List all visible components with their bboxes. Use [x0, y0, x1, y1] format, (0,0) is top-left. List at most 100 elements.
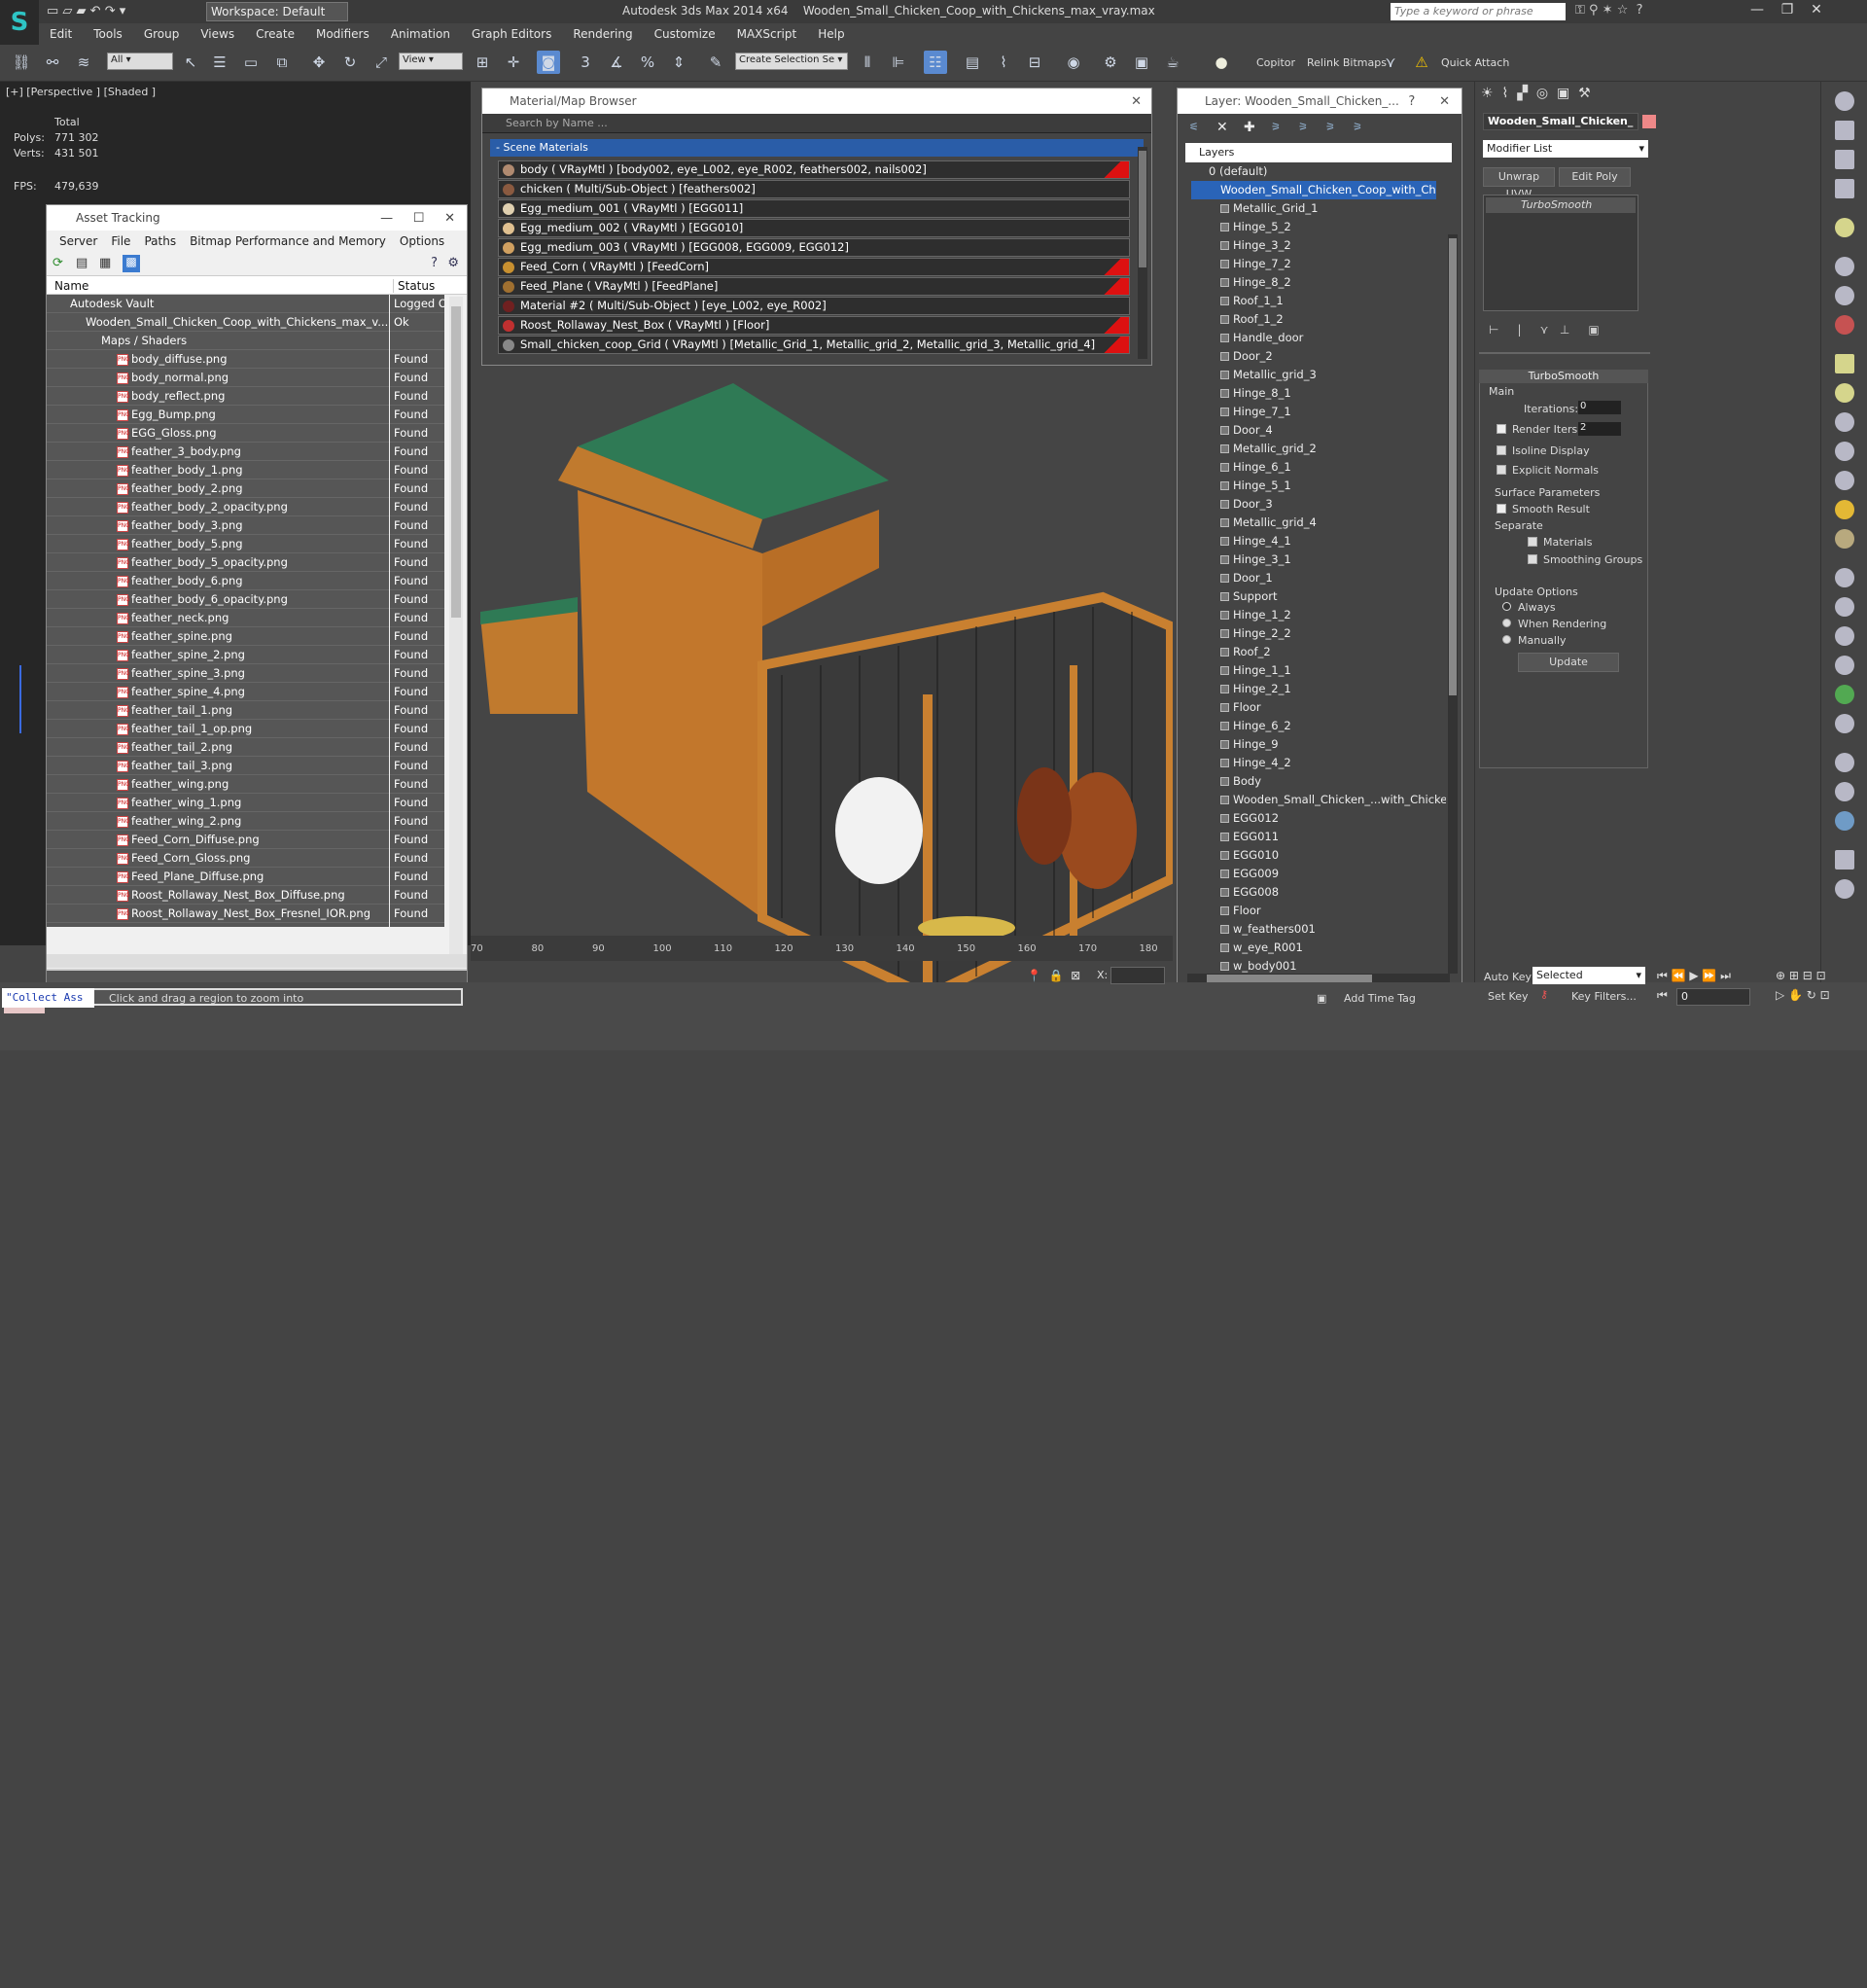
modifier-stack[interactable]: TurboSmooth: [1483, 195, 1638, 311]
menu-item[interactable]: Animation: [380, 27, 461, 41]
warning-icon[interactable]: ⚠: [1410, 51, 1433, 74]
table-row[interactable]: PNGfeather_body_2.png Found: [47, 479, 467, 498]
key-mode-icon[interactable]: ⏮: [1657, 988, 1668, 1003]
layer-object-item[interactable]: Hinge_4_2: [1178, 754, 1446, 772]
layer-default[interactable]: 0 (default): [1178, 162, 1462, 181]
settings-icon[interactable]: ⚙: [447, 256, 459, 270]
table-view-icon[interactable]: ▩: [123, 255, 140, 272]
layer-object-item[interactable]: Hinge_4_1: [1178, 532, 1446, 550]
mirror-icon[interactable]: ⫴: [856, 51, 879, 74]
proxy-icon[interactable]: [1835, 626, 1854, 646]
material-row[interactable]: chicken ( Multi/Sub-Object ) [feathers00…: [498, 180, 1130, 198]
layer-manager-icon[interactable]: ▤: [961, 51, 984, 74]
snap-icon[interactable]: 3: [574, 51, 597, 74]
table-row[interactable]: Wooden_Small_Chicken_Coop_with_Chickens_…: [47, 313, 467, 332]
window-crossing-icon[interactable]: ⧉: [270, 51, 294, 74]
sun-icon[interactable]: [1835, 500, 1854, 519]
table-row[interactable]: PNGfeather_body_5_opacity.png Found: [47, 553, 467, 572]
when-rendering-radio[interactable]: [1502, 619, 1511, 627]
scene-materials-group[interactable]: - Scene Materials: [490, 139, 1144, 157]
link-icon[interactable]: ⛓: [10, 51, 33, 74]
schematic-view-icon[interactable]: ⊟: [1023, 51, 1046, 74]
layer-object-item[interactable]: Metallic_grid_2: [1178, 440, 1446, 458]
relink-chevron-icon[interactable]: ⋎: [1379, 51, 1402, 74]
layer-object-item[interactable]: EGG009: [1178, 865, 1446, 883]
render-icon[interactable]: ☕: [1161, 51, 1184, 74]
scene-explorer-icon[interactable]: ☷: [924, 51, 947, 74]
menu-item[interactable]: Modifiers: [305, 27, 380, 41]
add-layer-icon[interactable]: ✚: [1244, 120, 1255, 135]
asset-menu-item[interactable]: Paths: [137, 234, 183, 248]
menu-item[interactable]: MAXScript: [726, 27, 808, 41]
menu-item[interactable]: Rendering: [562, 27, 643, 41]
material-row[interactable]: Egg_medium_003 ( VRayMtl ) [EGG008, EGG0…: [498, 238, 1130, 257]
box-icon[interactable]: [1835, 121, 1854, 140]
layer-object-item[interactable]: Door_3: [1178, 495, 1446, 514]
layer-object-item[interactable]: Metallic_Grid_1: [1178, 199, 1446, 218]
isoline-checkbox[interactable]: [1497, 445, 1506, 455]
selection-filter-dropdown[interactable]: All ▾: [107, 53, 173, 70]
layer-object-item[interactable]: Door_4: [1178, 421, 1446, 440]
always-radio[interactable]: [1502, 602, 1511, 611]
table-row[interactable]: PNGfeather_spine_4.png Found: [47, 683, 467, 701]
auto-key-button[interactable]: Auto Key: [1484, 971, 1532, 983]
layer-object-item[interactable]: Hinge_3_2: [1178, 236, 1446, 255]
copitor-icon[interactable]: ●: [1210, 51, 1233, 74]
table-row[interactable]: PNGbody_reflect.png Found: [47, 387, 467, 406]
menu-item[interactable]: Views: [190, 27, 245, 41]
add-time-tag[interactable]: Add Time Tag: [1344, 992, 1416, 1005]
layer-object-item[interactable]: Roof_1_2: [1178, 310, 1446, 329]
search-input[interactable]: Type a keyword or phrase: [1391, 3, 1566, 20]
plane-icon[interactable]: [1835, 354, 1854, 373]
script-icon[interactable]: [1835, 850, 1854, 870]
stack-item-turbosmooth[interactable]: TurboSmooth: [1486, 197, 1636, 213]
material-row[interactable]: body ( VRayMtl ) [body002, eye_L002, eye…: [498, 160, 1130, 179]
light-icon[interactable]: [1835, 218, 1854, 237]
layer-object-item[interactable]: Door_1: [1178, 569, 1446, 587]
material-row[interactable]: Roost_Rollaway_Nest_Box ( VRayMtl ) [Flo…: [498, 316, 1130, 335]
rotate-icon[interactable]: ↻: [338, 51, 362, 74]
material-row[interactable]: Small_chicken_coop_Grid ( VRayMtl ) [Met…: [498, 336, 1130, 354]
search-icons[interactable]: ⚿ ⚲ ✶ ☆ ?: [1575, 3, 1643, 18]
bulb-icon[interactable]: [1835, 286, 1854, 305]
layer-object-item[interactable]: Hinge_5_2: [1178, 218, 1446, 236]
select-by-name-icon[interactable]: ☰: [208, 51, 231, 74]
align-icon[interactable]: ⊫: [887, 51, 910, 74]
layer-object-item[interactable]: Hinge_7_1: [1178, 403, 1446, 421]
menu-item[interactable]: Edit: [39, 27, 83, 41]
viewport-label[interactable]: [+] [Perspective ] [Shaded ]: [6, 86, 156, 98]
layer-object-item[interactable]: Support: [1178, 587, 1446, 606]
particles-icon[interactable]: [1835, 568, 1854, 587]
menu-item[interactable]: Tools: [83, 27, 133, 41]
layer-object-item[interactable]: Floor: [1178, 698, 1446, 717]
column-status[interactable]: Status: [393, 279, 435, 293]
close-icon[interactable]: ✕: [1131, 94, 1142, 109]
table-row[interactable]: PNGfeather_wing_1.png Found: [47, 794, 467, 812]
layer-window-controls[interactable]: ? ✕: [1408, 94, 1450, 109]
material-browser-titlebar[interactable]: Material/Map Browser ✕: [482, 89, 1151, 114]
curve-editor-icon[interactable]: ⌇: [992, 51, 1015, 74]
workspace-dropdown[interactable]: Workspace: Default: [206, 2, 348, 21]
quick-attach-label[interactable]: Quick Attach: [1441, 56, 1509, 69]
layer-object-item[interactable]: w_feathers001: [1178, 920, 1446, 939]
table-row[interactable]: PNGfeather_neck.png Found: [47, 609, 467, 627]
teapot-small-icon[interactable]: [1835, 442, 1854, 461]
layer-object-item[interactable]: Hinge_3_1: [1178, 550, 1446, 569]
named-selection-dropdown[interactable]: Create Selection Se ▾: [735, 53, 848, 70]
time-tag-icon[interactable]: ▣: [1317, 992, 1326, 1005]
menu-item[interactable]: Graph Editors: [461, 27, 562, 41]
pivot-icon[interactable]: ⊞: [471, 51, 494, 74]
layer-object-item[interactable]: Hinge_8_1: [1178, 384, 1446, 403]
teapot-icon[interactable]: [1835, 91, 1854, 111]
layer-object-item[interactable]: Floor: [1178, 902, 1446, 920]
table-icon[interactable]: [1835, 179, 1854, 198]
layer-object-item[interactable]: Handle_door: [1178, 329, 1446, 347]
asset-tracking-titlebar[interactable]: Asset Tracking — ☐ ✕: [47, 205, 467, 231]
material-scrollbar[interactable]: [1138, 147, 1147, 359]
layer-object-item[interactable]: Wooden_Small_Chicken_...with_Chicken_Ru: [1178, 791, 1446, 809]
material-editor-icon[interactable]: ◉: [1062, 51, 1085, 74]
help-circle-icon[interactable]: [1835, 879, 1854, 899]
layer-object-item[interactable]: Hinge_5_1: [1178, 477, 1446, 495]
menu-item[interactable]: Create: [245, 27, 305, 41]
render-iters-checkbox[interactable]: [1497, 424, 1506, 434]
